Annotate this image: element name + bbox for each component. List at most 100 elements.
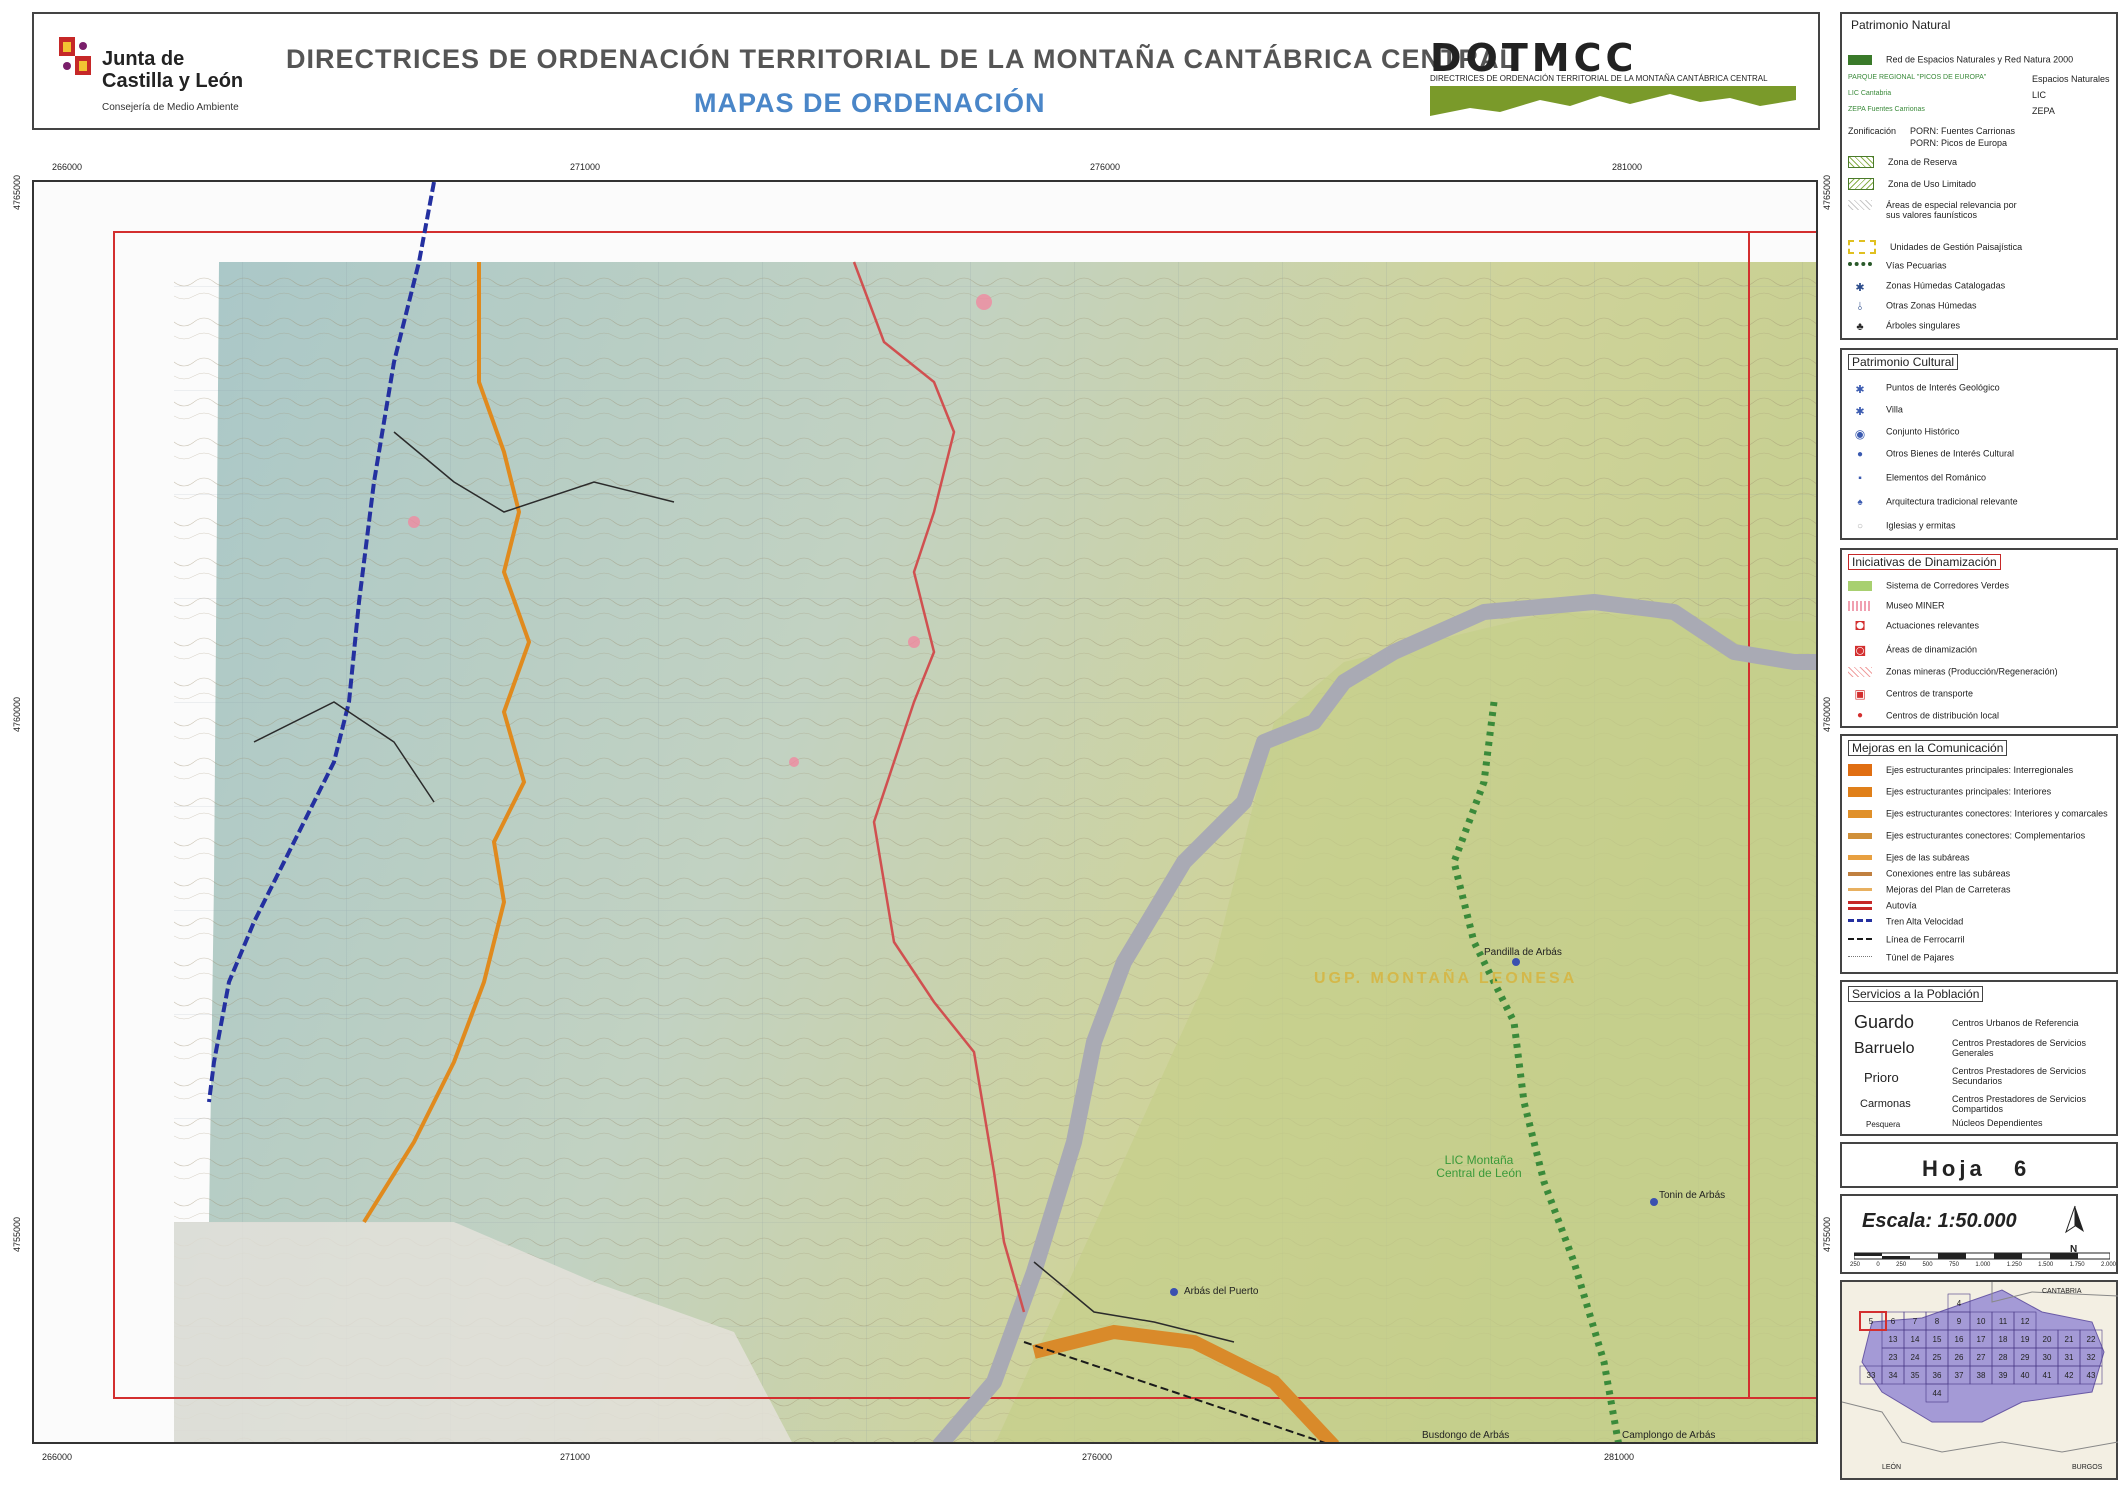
distribution-center-icon: ● xyxy=(1856,709,1864,721)
x-tick-bottom: 281000 xyxy=(1604,1452,1635,1462)
index-sheet-label: 35 xyxy=(1911,1371,1920,1380)
page-title: DIRECTRICES DE ORDENACIÓN TERRITORIAL DE… xyxy=(286,44,1517,74)
legend-item: Ejes estructurantes conectores: Interior… xyxy=(1886,808,2108,819)
tree-icon: ♣ xyxy=(1856,320,1864,333)
index-sheet-label: 13 xyxy=(1889,1335,1898,1344)
index-sheet-label: 27 xyxy=(1977,1353,1986,1362)
complementary-axis-icon xyxy=(1848,832,1872,839)
index-sheet-label: 33 xyxy=(1867,1371,1876,1380)
y-tick-right: 4765000 xyxy=(1822,174,1832,210)
legend-comunicacion-title: Mejoras en la Comunicación xyxy=(1848,740,2008,756)
org-department: Consejería de Medio Ambiente xyxy=(102,102,239,113)
index-sheet-label: 22 xyxy=(2087,1335,2096,1344)
legend-item: Red de Espacios Naturales y Red Natura 2… xyxy=(1886,54,2074,65)
relevant-action-icon: ◘ xyxy=(1855,616,1865,634)
index-sheet-label: 11 xyxy=(1999,1317,2008,1326)
motorway-icon xyxy=(1848,901,1872,911)
pop-level-1-desc: Centros Urbanos de Referencia xyxy=(1952,1018,2079,1028)
legend-item: Zonificación xyxy=(1848,126,1897,136)
pop-level-4-name: Carmonas xyxy=(1860,1098,1911,1110)
index-sheet-label: 23 xyxy=(1889,1353,1898,1362)
index-sheet-label: 4 xyxy=(1957,1299,1962,1308)
y-tick-right: 4760000 xyxy=(1822,696,1832,732)
connector-axis-icon xyxy=(1848,809,1872,818)
lic-label: LIC Montaña Central de León xyxy=(1436,1153,1522,1180)
traditional-architecture-icon: ♠ xyxy=(1857,496,1863,508)
legend-item: Áreas de dinamización xyxy=(1886,644,1978,655)
dotmcc-logo-subtext: DIRECTRICES DE ORDENACIÓN TERRITORIAL DE… xyxy=(1430,74,1768,83)
legend-servicios: Servicios a la Población Guardo Centros … xyxy=(1840,980,2118,1136)
legend-item: Línea de Ferrocarril xyxy=(1886,934,1965,945)
org-name-line2: Castilla y León xyxy=(102,70,244,92)
pop-level-2-desc: Centros Prestadores de Servicios General… xyxy=(1952,1038,2087,1058)
x-tick-bottom: 271000 xyxy=(560,1452,591,1462)
index-sheet-label: 24 xyxy=(1911,1353,1920,1362)
x-tick-bottom: 266000 xyxy=(42,1452,73,1462)
legend-item: Ejes de las subáreas xyxy=(1886,852,1970,863)
y-tick-left: 4765000 xyxy=(12,174,22,210)
legend-natural-title: Patrimonio Natural xyxy=(1848,18,1954,32)
index-sheet-label: 5 xyxy=(1869,1317,1874,1326)
legend-item: Ejes estructurantes principales: Interio… xyxy=(1886,786,2052,797)
town-marker xyxy=(1512,958,1520,966)
legend-item: Conexiones entre las subáreas xyxy=(1886,868,2011,879)
legend-item: ZEPA Fuentes Carrionas xyxy=(1848,106,1925,113)
index-sheet-label: 6 xyxy=(1891,1317,1896,1326)
reserve-zone-icon xyxy=(1848,156,1874,168)
legend-item: Elementos del Románico xyxy=(1886,472,1987,483)
town-label: Camplongo de Arbás xyxy=(1622,1430,1716,1441)
legend-item: Unidades de Gestión Paisajística xyxy=(1890,242,2023,252)
legend-item: Ejes estructurantes conectores: Compleme… xyxy=(1886,830,2086,841)
transport-center-icon: ▣ xyxy=(1854,686,1866,701)
x-tick-top: 266000 xyxy=(52,162,83,172)
limited-use-zone-icon xyxy=(1848,178,1874,190)
legend-item: Villa xyxy=(1886,404,1903,415)
map-header: Junta de Castilla y León Consejería de M… xyxy=(32,12,1820,130)
pop-level-4-desc: Centros Prestadores de Servicios Compart… xyxy=(1952,1094,2087,1114)
legend-item: Centros de transporte xyxy=(1886,688,1974,699)
scale-tick: 750 xyxy=(1948,1262,1959,1268)
org-name-line1: Junta de xyxy=(102,48,185,70)
legend-item: Otras Zonas Húmedas xyxy=(1886,300,1977,311)
interregional-axis-icon xyxy=(1848,764,1872,776)
index-sheet-label: 14 xyxy=(1911,1335,1920,1344)
landscape-unit-icon xyxy=(1848,240,1876,254)
index-sheet-label: 16 xyxy=(1955,1335,1964,1344)
museum-icon xyxy=(1848,600,1872,611)
map-canvas[interactable]: UGP. MONTAÑA LEONESA LIC Montaña Central… xyxy=(32,180,1818,1444)
legend-item: Árboles singulares xyxy=(1886,320,1961,331)
legend-item: LIC Cantabria xyxy=(1848,90,1892,97)
pop-level-2-name: Barruelo xyxy=(1854,1040,1915,1057)
railway-icon xyxy=(1848,937,1872,942)
legend-item: Zonas Húmedas Catalogadas xyxy=(1886,280,2006,291)
legend-item: Actuaciones relevantes xyxy=(1886,620,1980,631)
y-tick-left: 4760000 xyxy=(12,696,22,732)
subarea-connection-icon xyxy=(1848,871,1872,876)
legend-item: Túnel de Pajares xyxy=(1886,952,1955,963)
romanesque-icon: ▪ xyxy=(1858,472,1862,484)
index-sheet-label: 15 xyxy=(1933,1335,1942,1344)
index-label: CANTABRIA xyxy=(2042,1288,2082,1295)
index-sheet-label: 37 xyxy=(1955,1371,1964,1380)
town-label: Arbás del Puerto xyxy=(1184,1286,1259,1297)
index-sheet-label: 40 xyxy=(2021,1371,2030,1380)
scale-tick: 250 xyxy=(1850,1262,1861,1268)
legend-item: Arquitectura tradicional relevante xyxy=(1886,496,2018,507)
index-map-svg: 4 5 6 7 8 9 10 11 12 13 14 15 16 17 18 19 20 21 22 23 24 25 26… xyxy=(1842,1282,2118,1453)
dinamization-area-icon: ◙ xyxy=(1854,639,1866,660)
index-sheet-label: 28 xyxy=(1999,1353,2008,1362)
legend-dinamizacion: Iniciativas de Dinamización Sistema de C… xyxy=(1840,548,2118,728)
legend-item: ZEPA xyxy=(2032,106,2055,116)
legend-item: Ejes estructurantes principales: Interre… xyxy=(1886,765,2074,775)
index-sheet-label: 26 xyxy=(1955,1353,1964,1362)
scale-tick: 1.500 xyxy=(2038,1262,2054,1268)
index-sheet-label: 41 xyxy=(2043,1371,2052,1380)
x-tick-top: 276000 xyxy=(1090,162,1121,172)
index-sheet-label: 18 xyxy=(1999,1335,2008,1344)
topographic-map xyxy=(113,182,1816,1442)
scale-tick: 1.750 xyxy=(2069,1262,2085,1268)
index-map[interactable]: 4 5 6 7 8 9 10 11 12 13 14 15 16 17 18 19 20 21 22 23 24 25 26… xyxy=(1840,1280,2118,1480)
sheet-label: Hoja xyxy=(1922,1156,1986,1181)
page-subtitle: MAPAS DE ORDENACIÓN xyxy=(694,88,1046,118)
legend-item: Conjunto Histórico xyxy=(1886,426,1960,437)
